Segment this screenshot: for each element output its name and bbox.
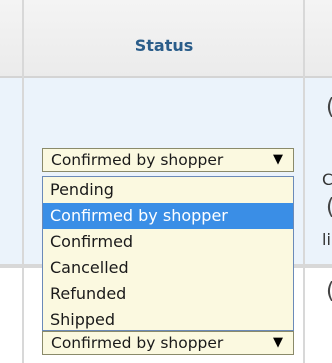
dropdown-option[interactable]: Shipped [43, 307, 293, 333]
dropdown-option[interactable]: Cancelled [43, 255, 293, 281]
truncated-cell-content: ( [326, 196, 332, 220]
dropdown-option-highlighted[interactable]: Confirmed by shopper [43, 203, 293, 229]
dropdown-option[interactable]: Refunded [43, 281, 293, 307]
status-select[interactable]: Confirmed by shopper ▼ [42, 331, 294, 355]
dropdown-option[interactable]: Confirmed [43, 229, 293, 255]
truncated-cell-content: ( [326, 280, 332, 304]
status-select-value: Confirmed by shopper [51, 334, 224, 352]
status-select[interactable]: Confirmed by shopper ▼ [42, 148, 294, 172]
truncated-cell-content: ( [326, 96, 332, 120]
status-column-header[interactable]: Status [24, 36, 304, 56]
truncated-cell-text: li [322, 230, 331, 249]
chevron-down-icon: ▼ [273, 335, 283, 350]
status-select-value: Confirmed by shopper [51, 151, 224, 169]
dropdown-option[interactable]: Pending [43, 177, 293, 203]
chevron-down-icon: ▼ [273, 152, 283, 167]
truncated-cell-text: C [322, 170, 332, 189]
status-dropdown-list[interactable]: Pending Confirmed by shopper Confirmed C… [42, 176, 294, 331]
